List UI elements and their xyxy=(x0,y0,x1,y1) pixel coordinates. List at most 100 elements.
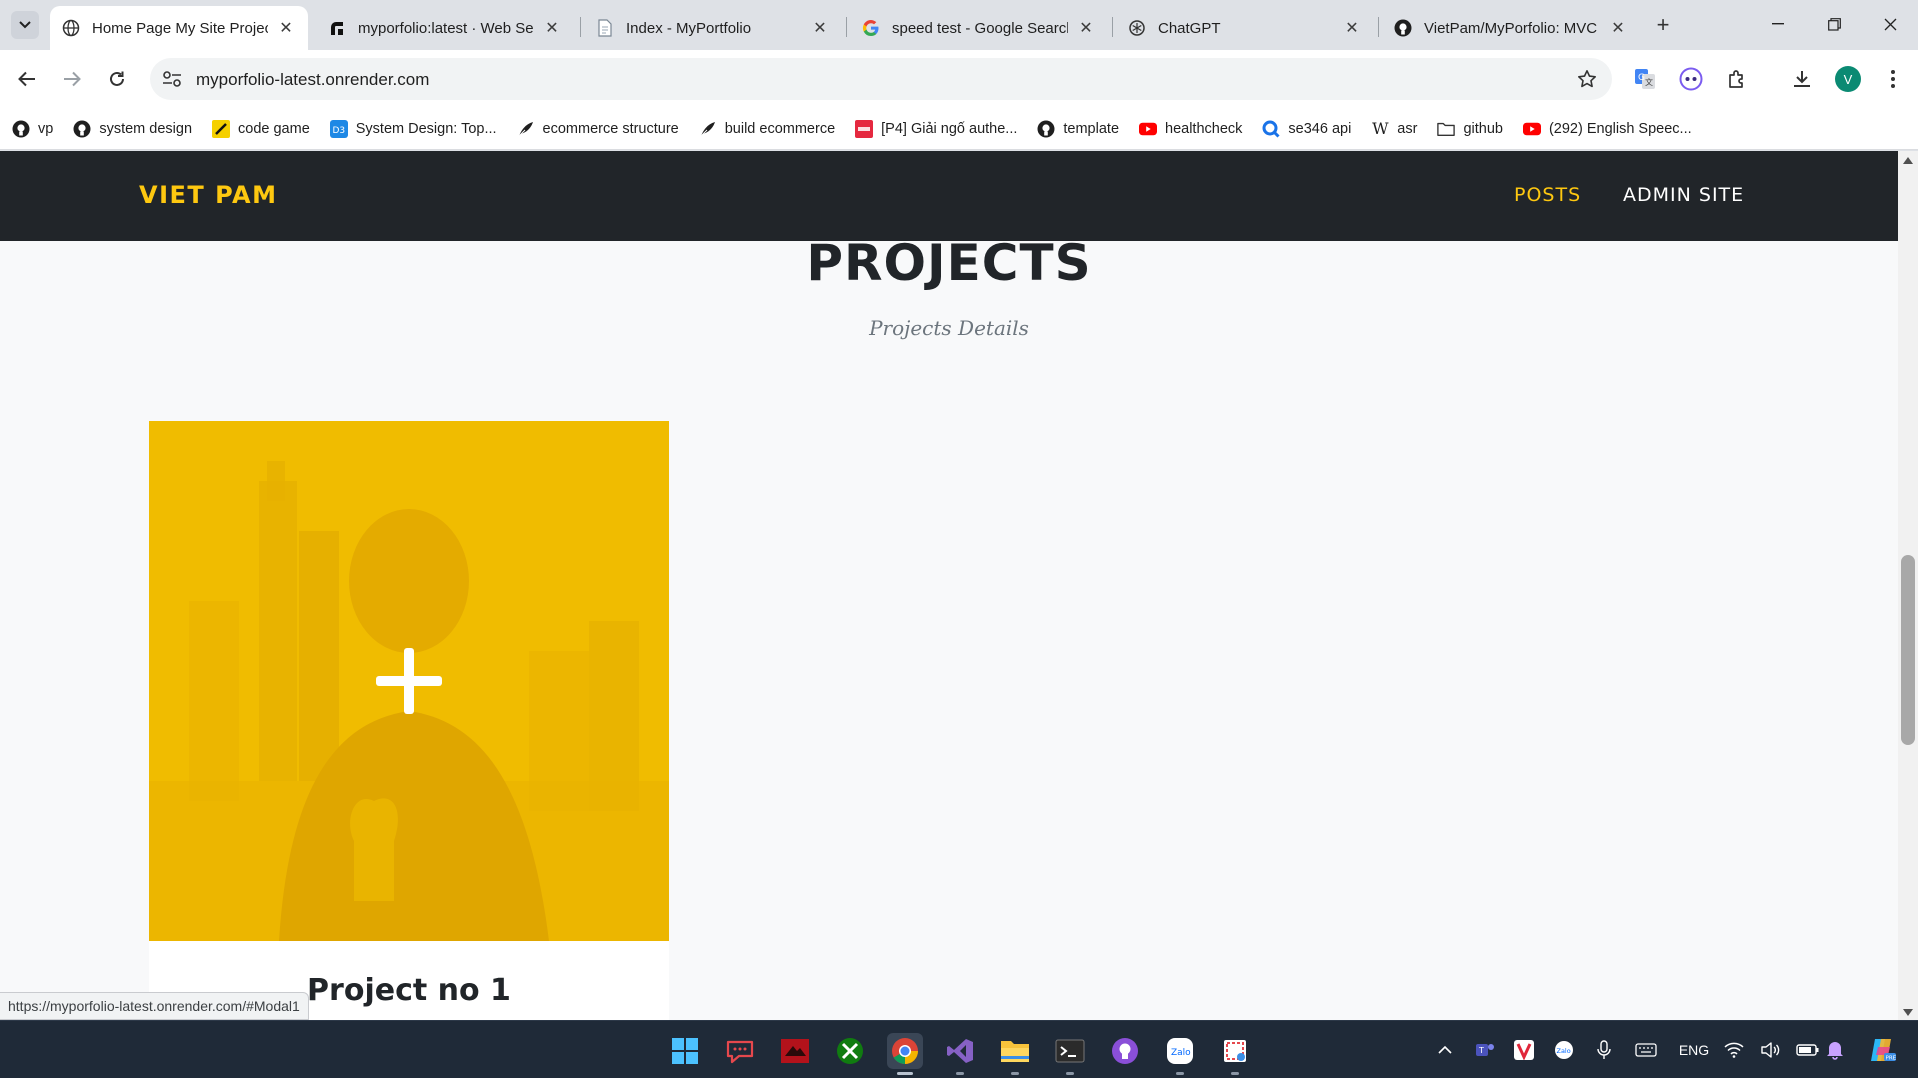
close-tab-icon[interactable]: ✕ xyxy=(542,18,562,38)
bookmark-item[interactable]: W asr xyxy=(1371,119,1417,138)
browser-tab-strip: Home Page My Site Projec ✕ myporfolio:la… xyxy=(0,0,1918,50)
close-tab-icon[interactable]: ✕ xyxy=(1608,18,1628,38)
youtube-icon xyxy=(1522,120,1541,138)
taskbar-app[interactable] xyxy=(997,1033,1033,1075)
browser-tab[interactable]: myporfolio:latest · Web Se ✕ xyxy=(316,6,574,50)
microphone-button[interactable] xyxy=(1591,1021,1617,1078)
project-card[interactable]: Project no 1 xyxy=(149,421,669,1020)
tray-app-icon[interactable]: T xyxy=(1472,1021,1498,1078)
close-tab-icon[interactable]: ✕ xyxy=(276,18,296,38)
copilot-button[interactable]: PRE xyxy=(1862,1021,1902,1078)
tab-title: VietPam/MyPorfolio: MVC xyxy=(1424,19,1598,37)
bookmark-label: template xyxy=(1063,120,1120,137)
globe-icon xyxy=(62,19,80,37)
downloads-icon[interactable] xyxy=(1787,64,1817,94)
bookmark-item[interactable]: D3 System Design: Top... xyxy=(329,119,497,138)
bookmark-label: code game xyxy=(238,120,310,137)
close-tab-icon[interactable]: ✕ xyxy=(810,18,830,38)
minimize-button[interactable] xyxy=(1753,8,1803,40)
address-bar[interactable]: myporfolio-latest.onrender.com xyxy=(150,58,1612,100)
restore-button[interactable] xyxy=(1809,8,1859,40)
scroll-down-arrow-icon[interactable] xyxy=(1903,1009,1913,1016)
back-button[interactable] xyxy=(10,62,44,96)
bookmark-item[interactable]: github xyxy=(1437,120,1503,138)
tab-title: Home Page My Site Projec xyxy=(92,19,268,37)
bookmark-item[interactable]: ecommerce structure xyxy=(517,120,679,138)
microphone-icon xyxy=(1597,1040,1611,1059)
close-tab-icon[interactable]: ✕ xyxy=(1076,18,1096,38)
taskbar-app[interactable] xyxy=(1107,1033,1143,1069)
svg-text:Zalo: Zalo xyxy=(1171,1048,1191,1058)
bookmark-item[interactable]: code game xyxy=(212,119,310,138)
visual-studio-icon xyxy=(947,1039,973,1063)
reload-icon xyxy=(110,71,124,86)
site-brand[interactable]: VIET PAM xyxy=(139,181,277,209)
tab-title: ChatGPT xyxy=(1158,19,1221,37)
nav-link-posts[interactable]: POSTS xyxy=(1514,184,1581,206)
browser-menu-button[interactable] xyxy=(1878,64,1908,94)
project-thumbnail[interactable] xyxy=(149,421,669,941)
taskbar-app[interactable] xyxy=(832,1033,868,1069)
taskbar-app[interactable]: Zalo xyxy=(1162,1033,1198,1075)
avatar: V xyxy=(1835,66,1861,92)
tray-app-icon[interactable] xyxy=(1511,1021,1537,1078)
taskbar-app[interactable] xyxy=(777,1033,813,1069)
taskbar-app[interactable] xyxy=(887,1033,923,1075)
input-language[interactable]: ENG xyxy=(1672,1021,1716,1078)
bookmark-item[interactable]: se346 api xyxy=(1262,120,1351,138)
network-volume-battery-button[interactable] xyxy=(1724,1021,1820,1078)
extension-assistant-icon[interactable] xyxy=(1676,64,1706,94)
running-indicator xyxy=(1176,1072,1184,1075)
bookmark-item[interactable]: (292) English Speec... xyxy=(1522,120,1692,138)
site-settings-icon[interactable] xyxy=(162,69,182,89)
kebab-menu-icon xyxy=(1891,70,1895,88)
taskbar-app[interactable] xyxy=(722,1033,758,1069)
browser-tab[interactable]: ChatGPT ✕ xyxy=(1116,6,1374,50)
taskbar-app[interactable] xyxy=(1052,1033,1088,1075)
reload-button[interactable] xyxy=(100,62,134,96)
postman-icon xyxy=(1262,120,1280,138)
scroll-up-arrow-icon[interactable] xyxy=(1903,157,1913,164)
browser-tab[interactable]: Home Page My Site Projec ✕ xyxy=(50,6,308,50)
bookmark-label: (292) English Speec... xyxy=(1548,120,1692,137)
google-translate-icon[interactable]: G文 xyxy=(1630,64,1660,94)
notifications-button[interactable] xyxy=(1822,1021,1848,1078)
close-tab-icon[interactable]: ✕ xyxy=(1342,18,1362,38)
extensions-puzzle-icon[interactable] xyxy=(1722,64,1752,94)
bookmark-item[interactable]: vp xyxy=(12,120,53,138)
profile-avatar-button[interactable]: V xyxy=(1833,64,1863,94)
scrollbar-thumb[interactable] xyxy=(1901,555,1915,745)
start-button[interactable] xyxy=(667,1033,703,1069)
new-tab-button[interactable]: + xyxy=(1650,12,1676,38)
snipping-tool-icon xyxy=(1224,1040,1246,1062)
close-window-button[interactable] xyxy=(1865,8,1915,40)
show-hidden-icons-button[interactable] xyxy=(1432,1021,1458,1078)
file-explorer-icon xyxy=(1001,1041,1029,1062)
bookmark-star-icon[interactable] xyxy=(1576,68,1598,90)
tab-title: Index - MyPortfolio xyxy=(626,19,752,37)
game-icon xyxy=(781,1039,809,1063)
arrow-right-icon xyxy=(64,71,81,87)
page-scrollbar[interactable] xyxy=(1898,151,1918,1020)
keyboard-button[interactable] xyxy=(1632,1021,1660,1078)
keyboard-icon xyxy=(1635,1043,1657,1057)
browser-tab[interactable]: speed test - Google Search ✕ xyxy=(850,6,1108,50)
bookmark-item[interactable]: template xyxy=(1037,120,1119,138)
taskbar-app[interactable] xyxy=(942,1033,978,1075)
forward-button[interactable] xyxy=(55,62,89,96)
github-icon xyxy=(1037,120,1055,138)
browser-tab[interactable]: VietPam/MyPorfolio: MVC ✕ xyxy=(1382,6,1640,50)
bookmark-item[interactable]: build ecommerce xyxy=(699,120,835,138)
copilot-icon: PRE xyxy=(1871,1039,1897,1062)
bookmark-item[interactable]: [P4] Giải ngố authe... xyxy=(855,119,1017,138)
bookmark-item[interactable]: system design xyxy=(73,120,192,138)
windows-taskbar: Zalo T Zalo ENG PRE xyxy=(0,1020,1918,1078)
tray-app-icon[interactable]: Zalo xyxy=(1551,1021,1577,1078)
tab-search-button[interactable] xyxy=(11,11,39,39)
link-status-bubble: https://myporfolio-latest.onrender.com/#… xyxy=(0,992,309,1020)
browser-tab[interactable]: Index - MyPortfolio ✕ xyxy=(584,6,842,50)
nav-link-admin-site[interactable]: ADMIN SITE xyxy=(1623,184,1744,206)
close-icon xyxy=(1884,18,1896,30)
taskbar-app[interactable] xyxy=(1217,1033,1253,1075)
bookmark-item[interactable]: healthcheck xyxy=(1139,120,1242,138)
